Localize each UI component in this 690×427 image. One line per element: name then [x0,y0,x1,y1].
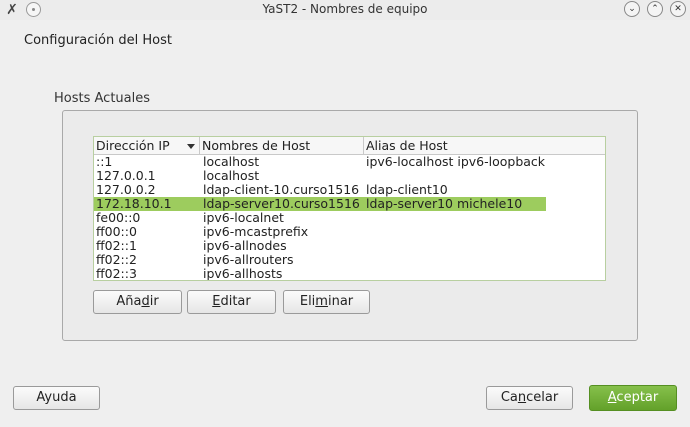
delete-button-mnemonic: m [315,294,328,309]
table-cell: ipv6-localhost ipv6-loopback [366,155,546,169]
table-row[interactable]: 127.0.0.2 ldap-client-10.curso1516 ldap-cl… [94,183,546,197]
add-button-mnemonic: d [141,294,150,309]
column-header-ip[interactable]: Dirección IP [94,137,200,155]
column-header-alias[interactable]: Alias de Host [364,137,544,155]
minimize-icon[interactable]: ⌄ [624,1,640,17]
close-icon[interactable]: ✕ [670,1,686,17]
edit-button-label-rest: ditar [220,294,251,309]
maximize-icon[interactable]: ⌃ [647,1,663,17]
cancel-button-label-rest: celar [526,390,559,405]
window-title: YaST2 - Nombres de equipo [262,2,428,16]
cancel-button-mnemonic: n [517,390,527,405]
table-cell: ff02::2 [96,253,137,267]
table-cell: ipv6-allnodes [203,239,287,253]
table-cell: ff02::1 [96,239,137,253]
table-cell: ::1 [96,155,113,169]
edit-button[interactable]: Editar [187,290,276,314]
table-row[interactable]: 172.18.10.1 ldap-server10.curso1516 ldap-s… [94,197,546,211]
delete-button-label: Eli [299,294,316,309]
column-header-label: Nombres de Host [202,138,311,153]
table-cell: ldap-server10.curso1516 [203,197,360,211]
table-cell: localhost [203,169,260,183]
table-cell: 172.18.10.1 [96,197,172,211]
sort-down-icon [187,144,195,149]
column-header-label: Alias de Host [366,138,448,153]
help-button[interactable]: Ayuda [13,386,100,410]
add-button[interactable]: Añadir [93,290,182,314]
table-cell: ldap-server10 michele10 [366,197,523,211]
cancel-button-label: Ca [500,390,518,405]
cancel-button[interactable]: Cancelar [486,386,573,410]
add-button-label-rest: ir [149,294,159,309]
table-row[interactable]: 127.0.0.1 localhost [94,169,546,183]
table-row[interactable]: ff02::3 ipv6-allhosts [94,267,546,281]
title-bar: ✗ YaST2 - Nombres de equipo ⌄ ⌃ ✕ [0,0,690,20]
table-cell: ldap-client10 [366,183,448,197]
table-header: Dirección IP Nombres de Host Alias de Ho… [94,137,605,155]
group-label: Hosts Actuales [54,91,151,106]
delete-button[interactable]: Eliminar [283,290,370,314]
table-cell: fe00::0 [96,211,141,225]
page-title: Configuración del Host [24,33,172,48]
table-body: ::1 localhost ipv6-localhost ipv6-loopback… [94,155,605,281]
table-cell: ldap-client-10.curso1516 [203,183,360,197]
delete-button-label-rest: inar [327,294,354,309]
add-button-label: Aña [116,294,142,309]
table-cell: ipv6-localnet [203,211,284,225]
table-cell: localhost [203,155,260,169]
accept-button[interactable]: Aceptar [589,385,677,411]
table-row[interactable]: ::1 localhost ipv6-localhost ipv6-loopback [94,155,546,169]
table-cell: 127.0.0.1 [96,169,156,183]
table-cell: ipv6-allhosts [203,267,283,281]
column-header-label: Dirección IP [96,138,170,153]
table-cell: ipv6-mcastprefix [203,225,309,239]
column-header-hostname[interactable]: Nombres de Host [200,137,364,155]
table-cell: ff02::3 [96,267,137,281]
accept-button-label-rest: ceptar [616,390,659,405]
table-cell: ff00::0 [96,225,137,239]
table-cell: ipv6-allrouters [203,253,294,267]
table-row[interactable]: ff02::1 ipv6-allnodes [94,239,546,253]
table-cell: 127.0.0.2 [96,183,156,197]
table-row[interactable]: fe00::0 ipv6-localnet [94,211,546,225]
table-row[interactable]: ff02::2 ipv6-allrouters [94,253,546,267]
hosts-table[interactable]: Dirección IP Nombres de Host Alias de Ho… [93,136,606,281]
table-row[interactable]: ff00::0 ipv6-mcastprefix [94,225,546,239]
